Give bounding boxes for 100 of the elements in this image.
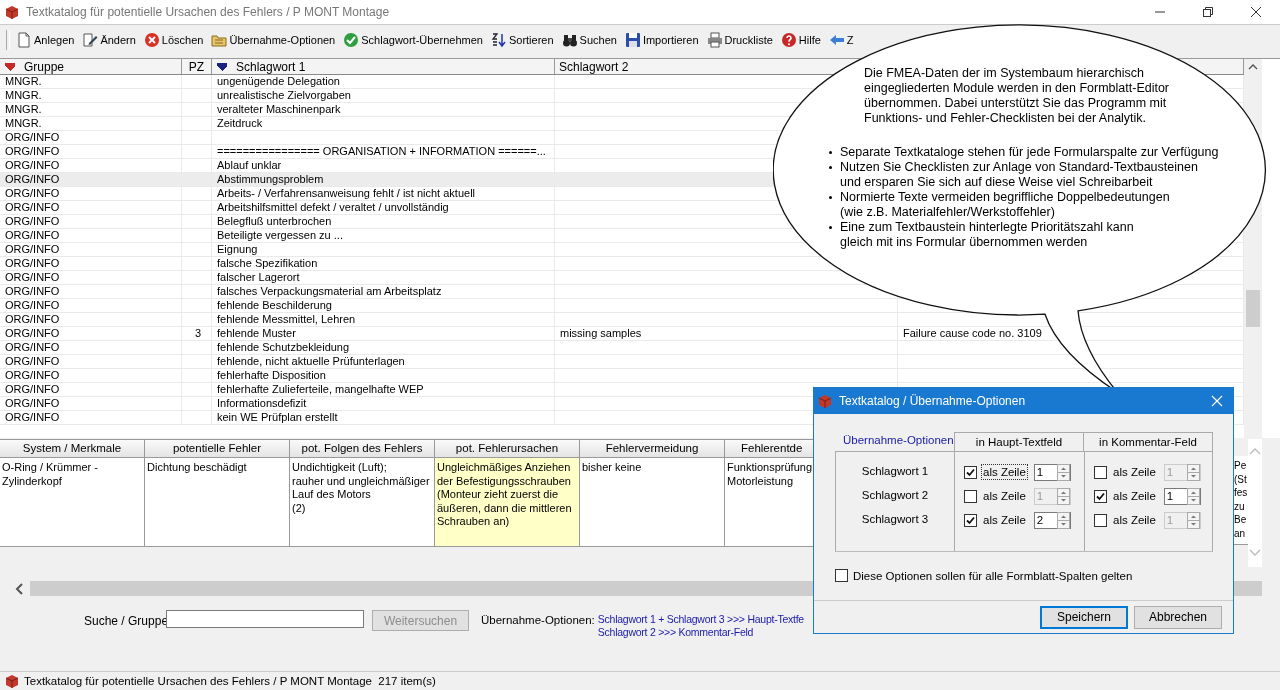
- checkbox-label[interactable]: als Zeile: [981, 488, 1028, 504]
- toolbar-button[interactable]: Druckliste: [704, 29, 775, 50]
- sort-icon: [490, 31, 507, 48]
- table-row[interactable]: ORG/INFO 3 fehlende Muster: [0, 327, 555, 340]
- table-cell: falscher Lagerort: [217, 271, 300, 283]
- table-cell: ORG/INFO: [5, 299, 60, 311]
- toolbar-button[interactable]: Z: [826, 29, 856, 50]
- form-cell[interactable]: bisher keine: [580, 458, 725, 547]
- checkbox[interactable]: [1094, 465, 1107, 479]
- scroll-down-icon: [1249, 549, 1261, 557]
- table-cell: MNGR.: [5, 103, 42, 115]
- spinner-field[interactable]: 1: [1163, 487, 1201, 505]
- table-row[interactable]: MNGR. Zeitdruck: [0, 117, 555, 130]
- scroll-thumb[interactable]: [1246, 290, 1260, 327]
- checkbox-label[interactable]: als Zeile: [1111, 464, 1158, 480]
- table-row[interactable]: MNGR. ungenügende Delegation: [0, 75, 555, 88]
- table-cell: unrealistische Zielvorgaben: [217, 89, 351, 101]
- form-cell[interactable]: Undichtigkeit (Luft); rauher und ungleichmäßiger Lauf des Motors (2): [290, 458, 435, 547]
- table-cell: fehlende Messmittel, Lehren: [217, 313, 356, 325]
- table-row[interactable]: ORG/INFO falsche Spezifikation: [0, 257, 555, 270]
- callout-bullet: Separate Textkataloge stehen für jede Formularspalte zur Verfügung: [840, 145, 1219, 160]
- table-cell: ungenügende Delegation: [217, 75, 340, 87]
- dialog-button[interactable]: Speichern: [1040, 605, 1128, 629]
- toolbar-button[interactable]: Löschen: [141, 29, 206, 50]
- table-row[interactable]: ORG/INFO Beteiligte vergessen zu ...: [0, 229, 555, 242]
- toolbar-button[interactable]: Schlagwort-Übernehmen: [341, 29, 485, 50]
- checkbox[interactable]: [1094, 489, 1107, 503]
- column-header[interactable]: PZ: [182, 59, 212, 74]
- table-cell: ORG/INFO: [5, 173, 60, 185]
- table-row[interactable]: ORG/INFO kein WE Prüfplan erstellt: [0, 411, 555, 424]
- table-cell: Ablauf unklar: [217, 159, 282, 171]
- table-cell: ORG/INFO: [5, 201, 60, 213]
- table-row[interactable]: ORG/INFO fehlerhafte Zulieferteile, mangelhafte WEP: [0, 383, 555, 396]
- table-row[interactable]: ORG/INFO Belegfluß unterbrochen: [0, 215, 555, 228]
- close-icon: [1250, 6, 1262, 18]
- toolbar-button[interactable]: Anlegen: [14, 29, 77, 50]
- table-cell: ORG/INFO: [5, 341, 60, 353]
- scroll-up-icon: [1249, 447, 1261, 455]
- dialog-button[interactable]: Abbrechen: [1134, 605, 1222, 629]
- column-header[interactable]: Schlagwort 1: [212, 59, 555, 74]
- search-field[interactable]: [166, 610, 364, 628]
- spin-arrows-icon: [1186, 463, 1200, 481]
- table-row[interactable]: ORG/INFO Arbeits- / Verfahrensanweisung fehlt / ist nicht aktuell: [0, 187, 555, 200]
- checkbox-label[interactable]: als Zeile: [1111, 488, 1158, 504]
- checkbox-label[interactable]: als Zeile: [981, 464, 1028, 480]
- table-row[interactable]: ORG/INFO ================ ORGANISATION + INFORMATION ======...: [0, 145, 555, 158]
- toolbar-button[interactable]: Ändern: [80, 29, 138, 50]
- checkbox[interactable]: [835, 569, 848, 582]
- spinner-field[interactable]: 1: [1033, 463, 1071, 481]
- table-cell: ORG/INFO: [5, 397, 60, 409]
- checkbox[interactable]: [964, 513, 977, 527]
- checkbox[interactable]: [1094, 513, 1107, 527]
- scrollbar[interactable]: [1248, 439, 1262, 567]
- checkbox-label[interactable]: als Zeile: [981, 512, 1028, 528]
- form-cell[interactable]: O-Ring / Krümmer - Zylinderkopf: [0, 458, 145, 547]
- checkbox[interactable]: [964, 465, 977, 479]
- toolbar-button[interactable]: Hilfe: [778, 29, 823, 50]
- table-cell: ORG/INFO: [5, 383, 60, 395]
- table-row[interactable]: ORG/INFO falscher Lagerort: [0, 271, 555, 284]
- table-cell: falsche Spezifikation: [217, 257, 318, 269]
- checkbox-label[interactable]: als Zeile: [1111, 512, 1158, 528]
- toolbar-button[interactable]: Importieren: [622, 29, 701, 50]
- table-row[interactable]: ORG/INFO: [0, 131, 555, 144]
- table-row[interactable]: ORG/INFO fehlende, nicht aktuelle Prüfunterlagen: [0, 355, 555, 368]
- table-row[interactable]: ORG/INFO Arbeitshilfsmittel defekt / veraltet / unvollständig: [0, 201, 555, 214]
- toolbar-button[interactable]: Sortieren: [488, 29, 556, 50]
- table-cell: Zeitdruck: [217, 117, 263, 129]
- checkbox-label[interactable]: Diese Optionen sollen für alle Formblatt-Spalten gelten: [853, 569, 1133, 582]
- spin-arrows-icon: [1186, 511, 1200, 529]
- table-row[interactable]: ORG/INFO fehlerhafte Disposition: [0, 369, 555, 382]
- table-cell: Eignung: [217, 243, 258, 255]
- toolbar-button[interactable]: Suchen: [559, 29, 619, 50]
- table-cell: MNGR.: [5, 89, 42, 101]
- checkbox[interactable]: [964, 489, 977, 503]
- spinner-field[interactable]: 2: [1033, 511, 1071, 529]
- spin-arrows-icon: [1056, 487, 1070, 505]
- form-cell[interactable]: Dichtung beschädigt: [145, 458, 290, 547]
- bullet-icon: [829, 196, 832, 199]
- table-row[interactable]: ORG/INFO Abstimmungsproblem: [0, 173, 555, 186]
- table-row[interactable]: ORG/INFO Eignung: [0, 243, 555, 256]
- delete-icon: [143, 31, 160, 48]
- table-row[interactable]: ORG/INFO falsches Verpackungsmaterial am Arbeitsplatz: [0, 285, 555, 298]
- table-row[interactable]: ORG/INFO Ablauf unklar: [0, 159, 555, 172]
- table-cell: Arbeits- / Verfahrensanweisung fehlt / ist nicht aktuell: [217, 187, 476, 199]
- options-summary: Schlagwort 2 >>> Kommentar-Feld: [597, 626, 755, 639]
- table-row[interactable]: ORG/INFO fehlende Messmittel, Lehren: [0, 313, 555, 326]
- toolbar-button[interactable]: Übernahme-Optionen: [209, 29, 338, 50]
- table-row[interactable]: ORG/INFO Informationsdefizit: [0, 397, 555, 410]
- form-cell[interactable]: Ungleichmäßiges Anziehen der Befestigungsschrauben (Monteur zieht zuerst die äußeren, dann die mittleren Schrauben an): [435, 458, 580, 547]
- form-cell[interactable]: Pe (St fes zu Be an: [1234, 456, 1248, 545]
- table-row[interactable]: MNGR. veralteter Maschinenpark: [0, 103, 555, 116]
- close-icon: [1211, 395, 1223, 407]
- table-row[interactable]: ORG/INFO fehlende Beschilderung: [0, 299, 555, 312]
- printer-icon: [706, 31, 723, 48]
- table-row[interactable]: MNGR. unrealistische Zielvorgaben: [0, 89, 555, 102]
- table-cell: ORG/INFO: [5, 257, 60, 269]
- table-row[interactable]: ORG/INFO fehlende Schutzbekleidung: [0, 341, 555, 354]
- table-cell: kein WE Prüfplan erstellt: [217, 411, 338, 423]
- column-header: in Haupt-Textfeld: [954, 432, 1084, 452]
- column-header[interactable]: Gruppe: [0, 59, 182, 74]
